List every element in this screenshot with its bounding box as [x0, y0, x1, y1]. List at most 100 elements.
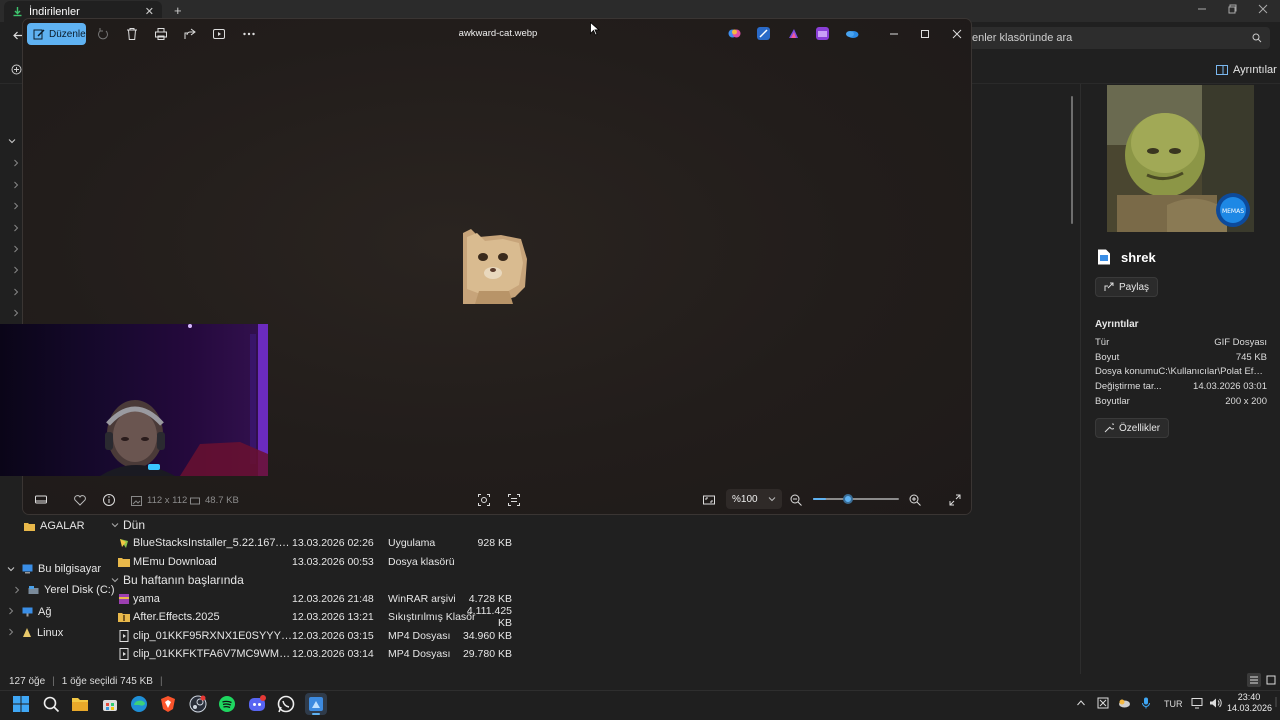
filmstrip-toggle-icon[interactable] — [34, 493, 48, 507]
input-language[interactable]: TUR — [1164, 699, 1183, 709]
chevron-right-icon[interactable] — [12, 309, 20, 317]
zoom-out-icon[interactable] — [789, 493, 803, 507]
whatsapp-icon[interactable] — [277, 695, 295, 713]
minimize-icon[interactable] — [1197, 4, 1207, 14]
file-row[interactable]: BlueStacksInstaller_5.22.167.1006_native… — [118, 534, 518, 552]
chevron-right-icon[interactable] — [12, 288, 20, 296]
details-view-icon[interactable] — [1247, 673, 1261, 687]
close-icon[interactable] — [950, 27, 964, 41]
volume-icon[interactable] — [1209, 697, 1222, 709]
group-label: Bu haftanın başlarında — [123, 573, 244, 587]
details-button[interactable]: Ayrıntılar — [1216, 64, 1277, 76]
minimize-icon[interactable] — [887, 27, 901, 41]
new-tab-button[interactable]: + — [174, 3, 182, 18]
edit-button[interactable]: Düzenle — [27, 23, 86, 45]
tray-app-icon[interactable] — [1097, 697, 1109, 709]
drive-icon — [28, 585, 39, 595]
chevron-right-icon[interactable] — [7, 628, 15, 636]
chevron-right-icon[interactable] — [12, 159, 20, 167]
property-value: C:\Kullanıcılar\Polat Efe\İndiril... — [1158, 366, 1267, 377]
copilot-icon[interactable] — [728, 27, 741, 40]
sidebar-item-local-disk[interactable]: Yerel Disk (C:) — [28, 584, 115, 596]
file-row[interactable]: clip_01KKFKTFA6V7MC9WMTK54AXKRW 12.03.20… — [118, 645, 518, 663]
favorite-heart-icon[interactable] — [73, 493, 87, 507]
fullscreen-icon[interactable] — [948, 493, 962, 507]
close-icon[interactable] — [1258, 4, 1268, 14]
system-clock[interactable]: 23:40 14.03.2026 — [1227, 692, 1272, 714]
sidebar-item-network[interactable]: Ağ — [22, 606, 51, 618]
property-label: Dosya konumu — [1095, 366, 1159, 377]
text-scan-icon[interactable] — [507, 493, 521, 507]
property-row: Dosya konumu C:\Kullanıcılar\Polat Efe\İ… — [1095, 366, 1267, 380]
chevron-right-icon[interactable] — [12, 202, 20, 210]
clipchamp-icon[interactable] — [816, 27, 829, 40]
share-button[interactable]: Paylaş — [1095, 277, 1159, 297]
restore-icon[interactable] — [1228, 4, 1238, 14]
share-label: Paylaş — [1119, 281, 1150, 293]
details-section-heading: Ayrıntılar — [1095, 319, 1139, 330]
file-date: 13.03.2026 00:53 — [292, 556, 374, 568]
store-icon[interactable] — [101, 695, 119, 713]
network-monitor-icon[interactable] — [1191, 697, 1203, 709]
zoom-slider-thumb[interactable] — [842, 494, 853, 504]
edge-icon[interactable] — [130, 695, 148, 713]
tray-overflow-chevron-icon[interactable] — [1076, 698, 1086, 708]
file-explorer-icon[interactable] — [71, 695, 89, 713]
visual-search-icon[interactable] — [477, 493, 491, 507]
discord-icon[interactable] — [248, 695, 266, 713]
property-row: Boyutlar 200 x 200 — [1095, 396, 1267, 410]
share-icon[interactable] — [183, 27, 197, 41]
file-row[interactable]: clip_01KKF95RXNX1E0SYYYYXGAW14A 12.03.20… — [118, 627, 518, 645]
zoom-in-icon[interactable] — [908, 493, 922, 507]
status-separator: | — [159, 675, 163, 687]
maximize-icon[interactable] — [918, 27, 932, 41]
tab-close-icon[interactable]: ✕ — [145, 5, 154, 18]
file-info-icon[interactable] — [102, 493, 116, 507]
tiles-view-icon[interactable] — [1264, 673, 1278, 687]
zoom-slider-track[interactable] — [813, 498, 899, 500]
delete-icon[interactable] — [125, 27, 139, 41]
file-row[interactable]: After.Effects.2025 12.03.2026 13:21 Sıkı… — [118, 605, 518, 629]
chevron-right-icon[interactable] — [12, 266, 20, 274]
zoom-slider-fill — [813, 498, 826, 500]
sidebar-item-this-pc[interactable]: Bu bilgisayar — [22, 563, 101, 575]
rotate-icon[interactable] — [96, 27, 110, 41]
properties-button[interactable]: Özellikler — [1095, 418, 1170, 438]
photos-app-icon[interactable] — [305, 693, 327, 715]
chevron-down-icon[interactable] — [8, 137, 16, 145]
start-windows-icon[interactable] — [12, 695, 30, 713]
zoom-level-select[interactable]: %100 — [726, 489, 782, 509]
status-bar: 127 öğe | 1 öğe seçildi 745 KB | — [0, 672, 1280, 690]
designer-icon[interactable] — [787, 27, 800, 40]
chevron-right-icon[interactable] — [12, 245, 20, 253]
chevron-down-icon[interactable] — [7, 565, 15, 573]
search-input[interactable]: enler klasöründe ara — [968, 27, 1270, 49]
sidebar-item-agalar[interactable]: AGALAR — [24, 520, 85, 532]
scrollbar[interactable] — [1071, 96, 1073, 224]
file-row[interactable]: MEmu Download 13.03.2026 00:53 Dosya kla… — [118, 553, 518, 571]
more-options-icon[interactable] — [242, 27, 256, 41]
chevron-right-icon[interactable] — [7, 607, 15, 615]
viewer-toolbar: Düzenle awkward-cat.webp — [23, 19, 971, 49]
chevron-right-icon[interactable] — [12, 181, 20, 189]
chevron-right-icon[interactable] — [12, 224, 20, 232]
group-header-yesterday[interactable]: Dün — [111, 518, 145, 532]
chevron-right-icon[interactable] — [13, 586, 21, 594]
notification-bell-icon[interactable] — [1273, 696, 1279, 708]
photos-editor-icon[interactable] — [757, 27, 770, 40]
steam-icon[interactable] — [189, 695, 207, 713]
brave-icon[interactable] — [159, 695, 177, 713]
print-icon[interactable] — [154, 27, 168, 41]
search-icon[interactable] — [42, 695, 60, 713]
onedrive-icon[interactable] — [845, 27, 859, 40]
sidebar-item-linux[interactable]: Linux — [22, 627, 63, 639]
weather-cloud-icon[interactable] — [1118, 697, 1131, 709]
slideshow-icon[interactable] — [212, 27, 226, 41]
group-header-this-week[interactable]: Bu haftanın başlarında — [111, 573, 244, 587]
microphone-icon[interactable] — [1141, 697, 1151, 709]
displayed-image — [461, 229, 527, 304]
spotify-icon[interactable] — [218, 695, 236, 713]
new-item-icon[interactable] — [11, 64, 22, 75]
share-icon — [1104, 282, 1114, 292]
fit-to-window-icon[interactable] — [702, 493, 716, 507]
